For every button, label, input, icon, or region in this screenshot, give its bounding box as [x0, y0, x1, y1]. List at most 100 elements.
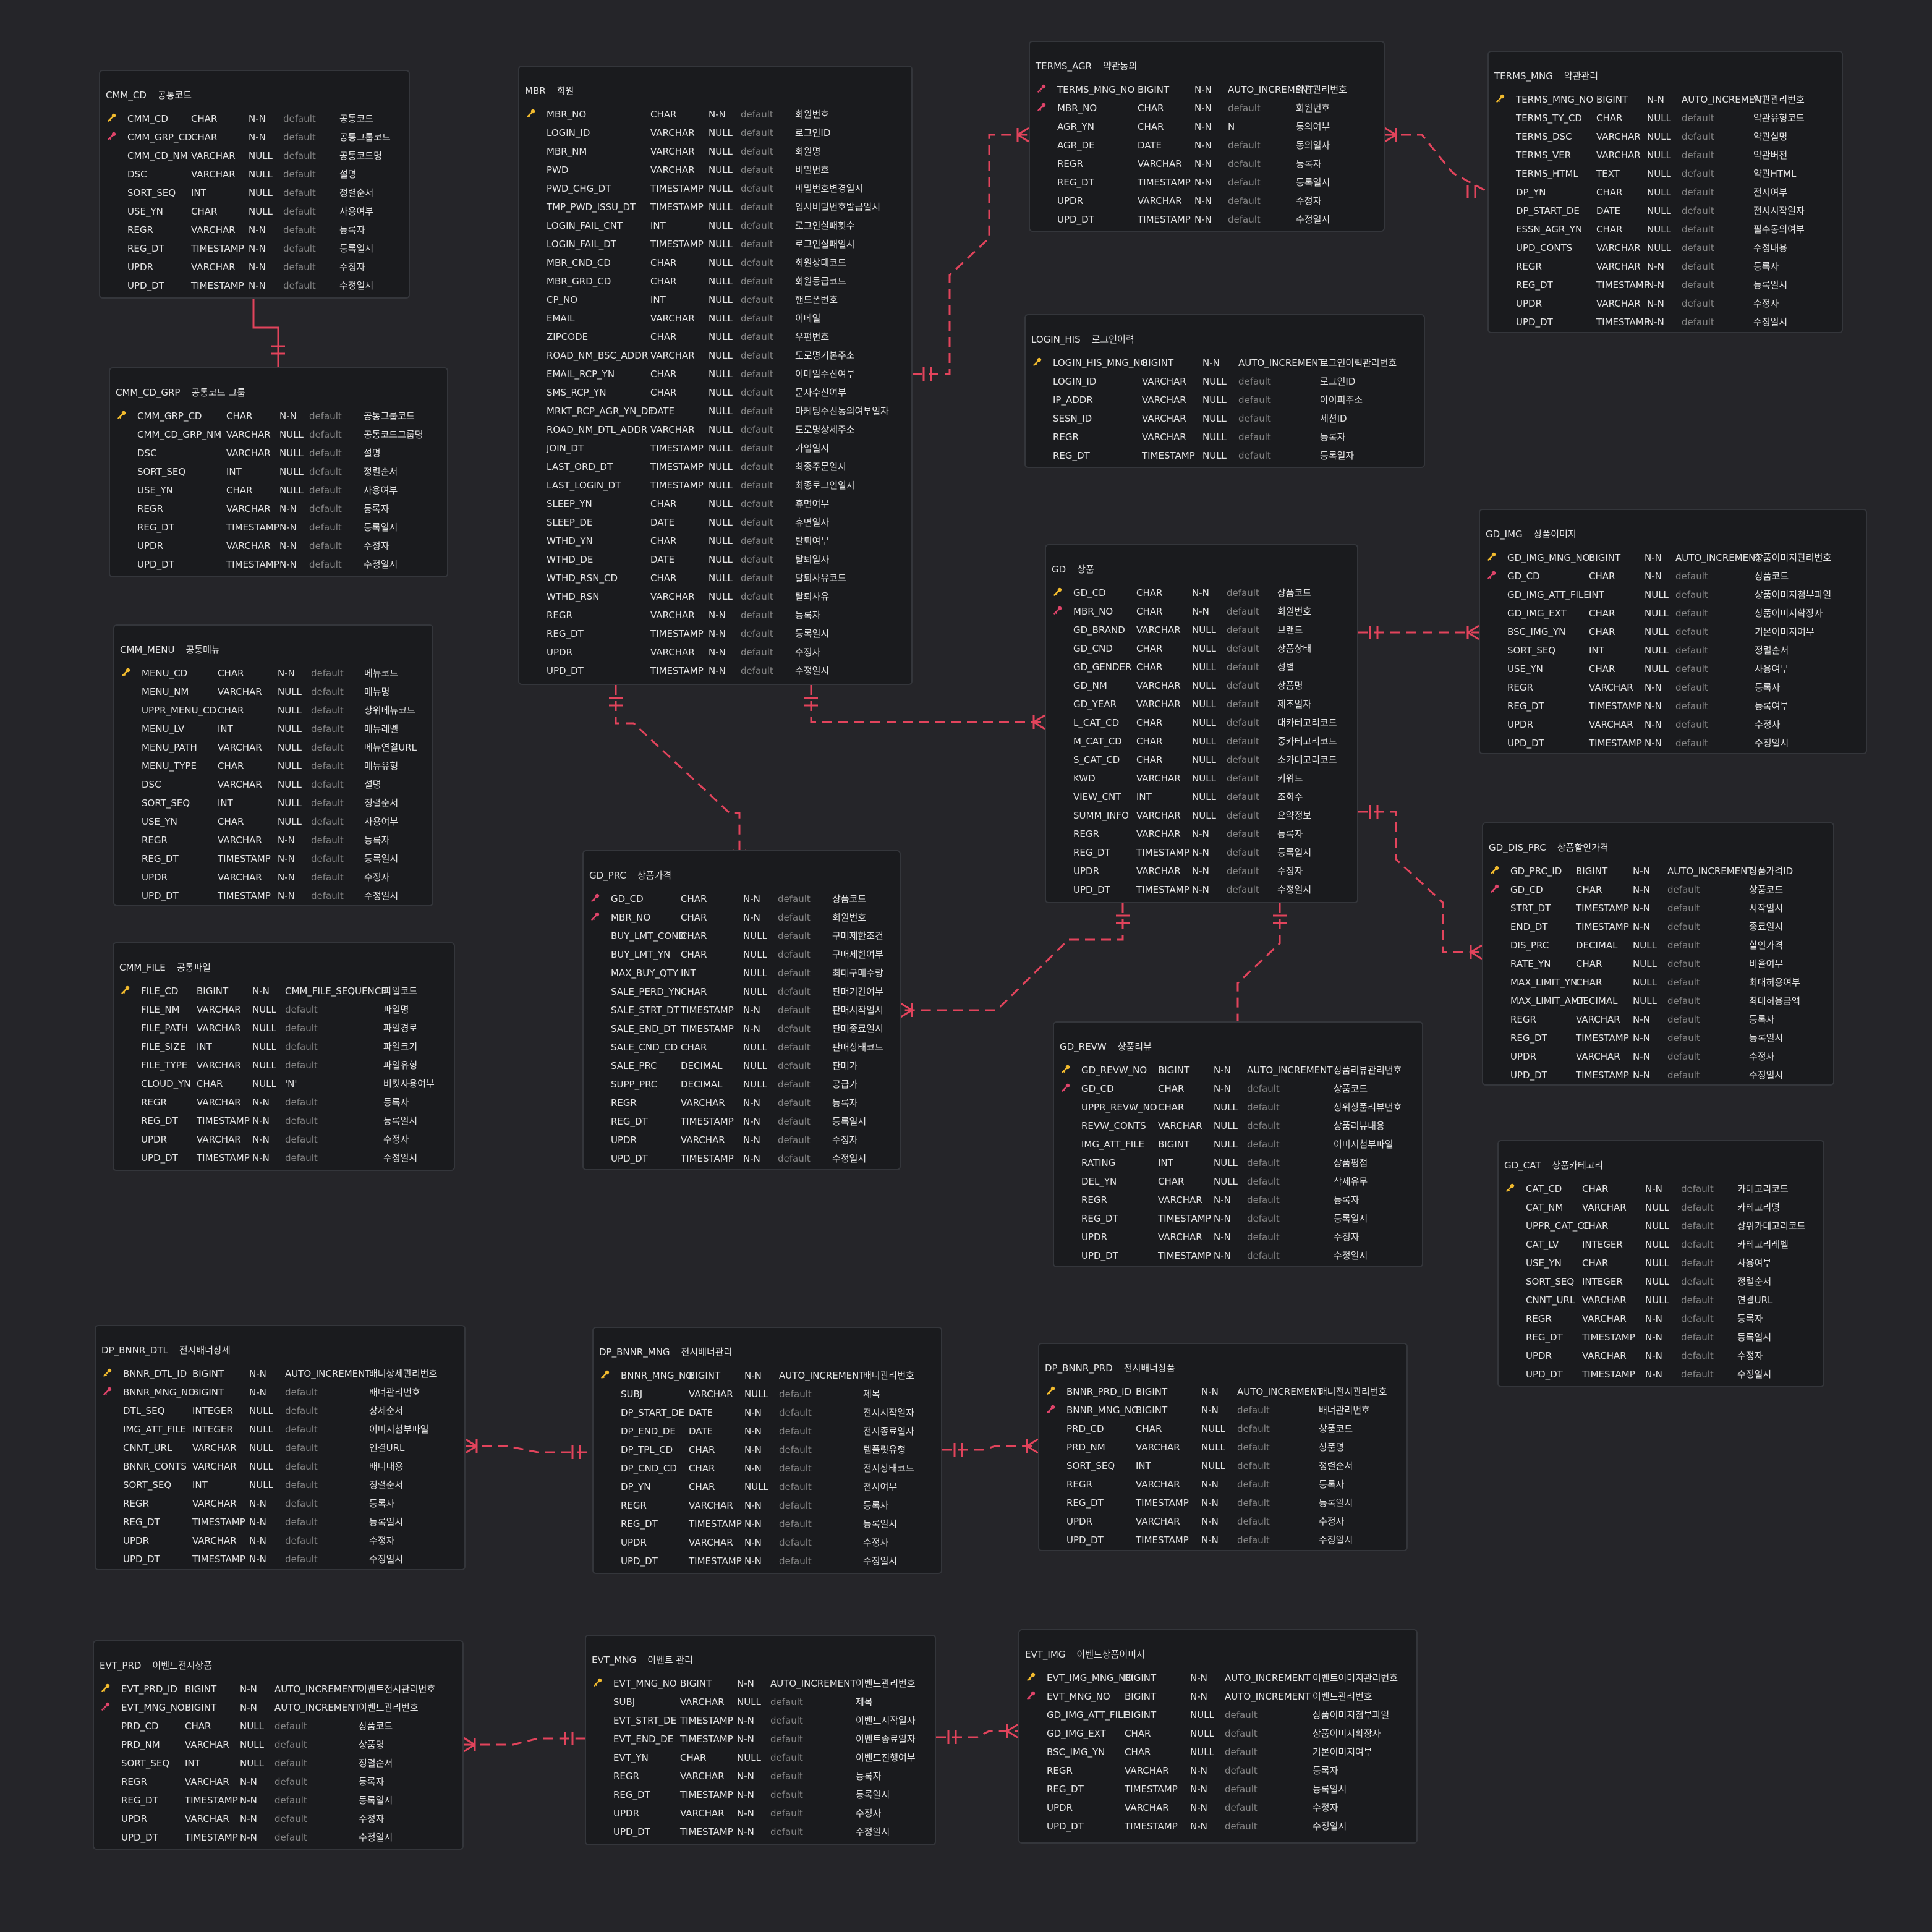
column-row[interactable]: MAX_LIMIT_YN CHAR NULL default 최대허용여부 [1491, 973, 1829, 992]
column-row[interactable]: RATE_YN CHAR NULL default 비율여부 [1491, 955, 1829, 973]
column-row[interactable]: BSC_IMG_YN CHAR NULL default 기본이미지여부 [1027, 1743, 1413, 1761]
column-row[interactable]: UPD_DT TIMESTAMP N-N default 수정일시 [117, 555, 443, 574]
column-row[interactable]: GD_CD CHAR N-N default 상품코드 [591, 890, 896, 908]
table-gd-revw[interactable]: GD_REVW 상품리뷰 GD_REVW_NO BIGINT N-N AUTO_INCRE… [1053, 1021, 1423, 1267]
column-row[interactable]: KWD VARCHAR NULL default 키워드 [1053, 769, 1353, 788]
column-row[interactable]: SORT_SEQ INT NULL default 정렬순서 [1047, 1457, 1403, 1475]
column-row[interactable]: TMP_PWD_ISSU_DT TIMESTAMP NULL default 임시비밀번… [527, 198, 908, 216]
column-row[interactable]: DP_START_DE DATE NULL default 전시시작일자 [1496, 202, 1838, 220]
column-row[interactable]: REG_DT TIMESTAMP N-N default 등록일시 [1496, 276, 1838, 294]
column-row[interactable]: CMM_CD_NM VARCHAR NULL default 공통코드명 [108, 147, 405, 165]
column-row[interactable]: GD_CD CHAR N-N default 상품코드 [1487, 567, 1862, 585]
table-gd-dis-prc[interactable]: GD_DIS_PRC 상품할인가격 GD_PRC_ID BIGINT N-N AUTO_I… [1482, 822, 1834, 1086]
column-row[interactable]: UPDR VARCHAR N-N default 수정자 [1506, 1347, 1819, 1365]
column-row[interactable]: WTHD_RSN_CD CHAR NULL default 탈퇴사유코드 [527, 569, 908, 587]
column-row[interactable]: GD_CD CHAR N-N default 상품코드 [1053, 584, 1353, 602]
column-row[interactable]: ZIPCODE CHAR NULL default 우편번호 [527, 328, 908, 346]
column-row[interactable]: UPPR_CAT_CD CHAR NULL default 상위카테고리코드 [1506, 1217, 1819, 1235]
column-row[interactable]: UPDR VARCHAR N-N default 수정자 [117, 537, 443, 555]
column-row[interactable]: ROAD_NM_DTL_ADDR VARCHAR NULL default 도로명상세주… [527, 420, 908, 439]
table-gd-prc[interactable]: GD_PRC 상품가격 GD_CD CHAR N-N default 상품코드 MBR_NO C… [582, 850, 901, 1170]
column-row[interactable]: WTHD_DE DATE NULL default 탈퇴일자 [527, 550, 908, 569]
column-row[interactable]: USE_YN CHAR NULL default 사용여부 [122, 812, 428, 831]
table-evt-img[interactable]: EVT_IMG 이벤트상품이미지 EVT_IMG_MNG_NO BIGINT N-N AU… [1018, 1629, 1418, 1844]
column-row[interactable]: UPD_DT TIMESTAMP N-N default 수정일시 [591, 1149, 896, 1168]
column-row[interactable]: MBR_NO CHAR N-N default 회원번호 [527, 105, 908, 124]
column-row[interactable]: REGR VARCHAR NULL default 등록자 [1033, 428, 1420, 446]
column-row[interactable]: BNNR_MNG_NO BIGINT N-N default 배너관리번호 [103, 1383, 461, 1402]
column-row[interactable]: USE_YN CHAR NULL default 사용여부 [117, 481, 443, 500]
column-row[interactable]: DEL_YN CHAR NULL default 삭제유무 [1062, 1172, 1418, 1191]
column-row[interactable]: LOGIN_ID VARCHAR NULL default 로그인ID [1033, 372, 1420, 391]
column-row[interactable]: UPDR VARCHAR N-N default 수정자 [1496, 294, 1838, 313]
column-row[interactable]: GD_IMG_ATT_FILE BIGINT NULL default 상품이미지첨부파… [1027, 1706, 1413, 1724]
column-row[interactable]: REG_DT TIMESTAMP N-N default 등록일시 [1506, 1328, 1819, 1347]
column-row[interactable]: REGR VARCHAR N-N default 등록자 [1062, 1191, 1418, 1209]
column-row[interactable]: REG_DT TIMESTAMP N-N default 등록일시 [1027, 1780, 1413, 1798]
column-row[interactable]: SUBJ VARCHAR NULL default 제목 [601, 1385, 937, 1403]
column-row[interactable]: SORT_SEQ INT NULL default 정렬순서 [117, 462, 443, 481]
column-row[interactable]: REGR VARCHAR N-N default 등록자 [122, 831, 428, 849]
column-row[interactable]: REG_DT TIMESTAMP N-N default 등록일시 [101, 1791, 459, 1810]
column-row[interactable]: PRD_CD CHAR NULL default 상품코드 [101, 1717, 459, 1735]
column-row[interactable]: TERMS_DSC VARCHAR NULL default 약관설명 [1496, 127, 1838, 146]
column-row[interactable]: REG_DT TIMESTAMP NULL default 등록일자 [1033, 446, 1420, 465]
column-row[interactable]: UPD_DT TIMESTAMP N-N default 수정일시 [1491, 1066, 1829, 1084]
column-row[interactable]: UPDR VARCHAR N-N default 수정자 [108, 258, 405, 276]
column-row[interactable]: USE_YN CHAR NULL default 사용여부 [1506, 1254, 1819, 1272]
column-row[interactable]: UPDR VARCHAR N-N default 수정자 [1491, 1047, 1829, 1066]
column-row[interactable]: MBR_CND_CD CHAR NULL default 회원상태코드 [527, 253, 908, 272]
column-row[interactable]: UPD_DT TIMESTAMP N-N default 수정일시 [601, 1552, 937, 1570]
column-row[interactable]: DP_YN CHAR NULL default 전시여부 [601, 1478, 937, 1496]
column-row[interactable]: LOGIN_FAIL_DT TIMESTAMP NULL default 로그인실패일시 [527, 235, 908, 253]
column-row[interactable]: DP_END_DE DATE N-N default 전시종료일자 [601, 1422, 937, 1440]
column-row[interactable]: EVT_PRD_ID BIGINT N-N AUTO_INCREMENT 이벤트전시관리… [101, 1680, 459, 1698]
column-row[interactable]: CMM_CD_GRP_NM VARCHAR NULL default 공통코드그룹명 [117, 425, 443, 444]
column-row[interactable]: REG_DT TIMESTAMP N-N default 등록일시 [122, 849, 428, 868]
column-row[interactable]: SALE_CND_CD CHAR NULL default 판매상태코드 [591, 1038, 896, 1057]
column-row[interactable]: REGR VARCHAR N-N default 등록자 [594, 1767, 931, 1785]
column-row[interactable]: UPPR_REVW_NO CHAR NULL default 상위상품리뷰번호 [1062, 1098, 1418, 1117]
table-gd-img[interactable]: GD_IMG 상품이미지 GD_IMG_MNG_NO BIGINT N-N AUTO_IN… [1479, 509, 1867, 754]
column-row[interactable]: UPD_DT TIMESTAMP N-N default 수정일시 [527, 662, 908, 680]
column-row[interactable]: REG_DT TIMESTAMP N-N default 등록일시 [1491, 1029, 1829, 1047]
column-row[interactable]: EMAIL_RCP_YN CHAR NULL default 이메일수신여부 [527, 365, 908, 383]
column-row[interactable]: END_DT TIMESTAMP N-N default 종료일시 [1491, 917, 1829, 936]
column-row[interactable]: GD_GENDER CHAR NULL default 성별 [1053, 658, 1353, 676]
column-row[interactable]: REGR VARCHAR N-N default 등록자 [117, 500, 443, 518]
column-row[interactable]: BNNR_CONTS VARCHAR NULL default 배너내용 [103, 1457, 461, 1476]
column-row[interactable]: UPPR_MENU_CD CHAR NULL default 상위메뉴코드 [122, 701, 428, 720]
column-row[interactable]: BNNR_MNG_NO BIGINT N-N AUTO_INCREMENT 배너관리번호 [601, 1366, 937, 1385]
column-row[interactable]: TERMS_VER VARCHAR NULL default 약관버전 [1496, 146, 1838, 164]
column-row[interactable]: GD_CND CHAR NULL default 상품상태 [1053, 639, 1353, 658]
table-dp-bnnr-dtl[interactable]: DP_BNNR_DTL 전시배너상세 BNNR_DTL_ID BIGINT N-N AUT… [95, 1325, 466, 1570]
column-row[interactable]: REGR VARCHAR N-N default 등록자 [527, 606, 908, 624]
column-row[interactable]: FILE_CD BIGINT N-N CMM_FILE_SEQUENCE 파일코드 [121, 982, 450, 1000]
column-row[interactable]: EVT_YN CHAR NULL default 이벤트진행여부 [594, 1748, 931, 1767]
column-row[interactable]: REGR VARCHAR N-N default 등록자 [601, 1496, 937, 1515]
column-row[interactable]: AGR_YN CHAR N-N N 동의여부 [1037, 117, 1380, 136]
column-row[interactable]: PWD VARCHAR NULL default 비밀번호 [527, 161, 908, 179]
column-row[interactable]: MENU_LV INT NULL default 메뉴레벨 [122, 720, 428, 738]
column-row[interactable]: BUY_LMT_YN CHAR NULL default 구매제한여부 [591, 945, 896, 964]
column-row[interactable]: GD_PRC_ID BIGINT N-N AUTO_INCREMENT 상품가격ID [1491, 862, 1829, 880]
column-row[interactable]: VIEW_CNT INT NULL default 조회수 [1053, 788, 1353, 806]
column-row[interactable]: ROAD_NM_BSC_ADDR VARCHAR NULL default 도로명기본주… [527, 346, 908, 365]
table-terms-mng[interactable]: TERMS_MNG 약관관리 TERMS_MNG_NO BIGINT N-N AUTO_I… [1487, 51, 1843, 333]
column-row[interactable]: EVT_MNG_NO BIGINT N-N AUTO_INCREMENT 이벤트관리번호 [594, 1674, 931, 1693]
column-row[interactable]: MBR_GRD_CD CHAR NULL default 회원등급코드 [527, 272, 908, 291]
column-row[interactable]: REG_DT TIMESTAMP N-N default 등록일시 [108, 239, 405, 258]
column-row[interactable]: DP_START_DE DATE N-N default 전시시작일자 [601, 1403, 937, 1422]
column-row[interactable]: DP_TPL_CD CHAR N-N default 템플릿유형 [601, 1440, 937, 1459]
column-row[interactable]: CMM_GRP_CD CHAR N-N default 공통그룹코드 [108, 128, 405, 147]
column-row[interactable]: SMS_RCP_YN CHAR NULL default 문자수신여부 [527, 383, 908, 402]
column-row[interactable]: UPDR VARCHAR N-N default 수정자 [1062, 1228, 1418, 1246]
column-row[interactable]: SALE_END_DT TIMESTAMP N-N default 판매종료일시 [591, 1019, 896, 1038]
column-row[interactable]: SALE_PRC DECIMAL NULL default 판매가 [591, 1057, 896, 1075]
column-row[interactable]: MRKT_RCP_AGR_YN_DE DATE NULL default 마케팅수신동의… [527, 402, 908, 420]
column-row[interactable]: GD_IMG_MNG_NO BIGINT N-N AUTO_INCREMENT 상품이미… [1487, 548, 1862, 567]
column-row[interactable]: JOIN_DT TIMESTAMP NULL default 가입일시 [527, 439, 908, 457]
column-row[interactable]: REGR VARCHAR N-N default 등록자 [1053, 825, 1353, 843]
column-row[interactable]: MBR_NO CHAR N-N default 회원번호 [1053, 602, 1353, 621]
column-row[interactable]: PRD_NM VARCHAR NULL default 상품명 [101, 1735, 459, 1754]
